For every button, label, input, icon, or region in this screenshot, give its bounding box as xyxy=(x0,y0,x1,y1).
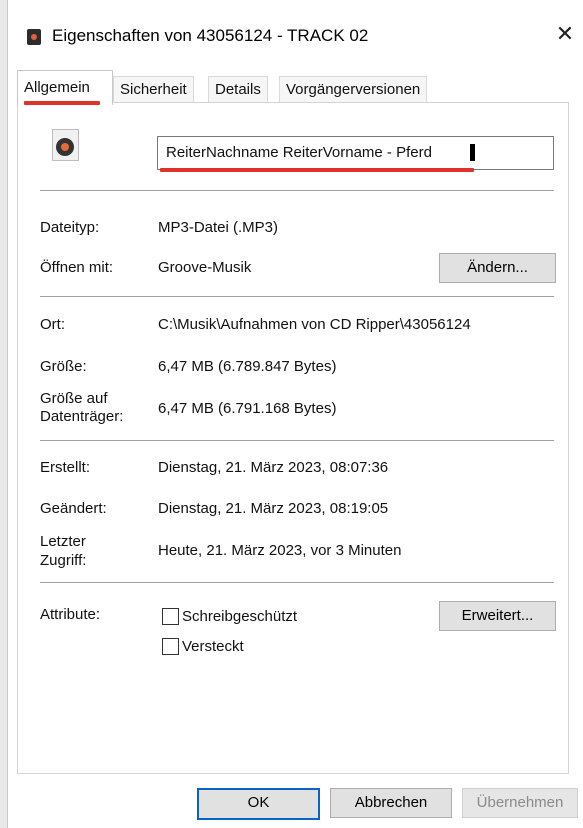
created-value: Dienstag, 21. März 2023, 08:07:36 xyxy=(158,459,389,476)
attributes-label: Attribute: xyxy=(40,606,101,623)
file-name-text: ReiterNachname ReiterVorname - Pferd xyxy=(166,144,432,161)
tab-highlight-underline xyxy=(24,101,100,105)
size-label: Größe: xyxy=(40,358,87,375)
window-title: Eigenschaften von 43056124 - TRACK 02 xyxy=(52,26,369,45)
size-value: 6,47 MB (6.789.847 Bytes) xyxy=(158,358,337,375)
separator xyxy=(40,440,554,441)
file-name-highlight-underline xyxy=(160,168,474,172)
file-type-label: Dateityp: xyxy=(40,219,100,236)
title-bar: Eigenschaften von 43056124 - TRACK 02 ✕ xyxy=(8,0,583,56)
location-value: C:\Musik\Aufnahmen von CD Ripper\4305612… xyxy=(158,316,471,333)
accessed-label-line1: Letzter xyxy=(40,533,86,550)
separator xyxy=(40,582,554,583)
apply-button[interactable]: Übernehmen xyxy=(462,788,578,818)
separator xyxy=(40,190,554,191)
size-on-disk-label-line1: Größe auf xyxy=(40,390,108,407)
cancel-button[interactable]: Abbrechen xyxy=(330,788,452,818)
hidden-checkbox[interactable] xyxy=(162,638,179,655)
properties-dialog: Eigenschaften von 43056124 - TRACK 02 ✕ … xyxy=(0,0,583,828)
ok-button[interactable]: OK xyxy=(197,788,320,820)
tab-allgemein[interactable]: Allgemein xyxy=(17,70,113,105)
hidden-label[interactable]: Versteckt xyxy=(182,638,244,655)
close-icon[interactable]: ✕ xyxy=(553,21,577,49)
background-window-edge xyxy=(0,0,8,828)
size-on-disk-value: 6,47 MB (6.791.168 Bytes) xyxy=(158,400,337,417)
tab-vorgaengerversionen[interactable]: Vorgängerversionen xyxy=(279,76,428,103)
file-type-value: MP3-Datei (.MP3) xyxy=(158,219,279,236)
readonly-label[interactable]: Schreibgeschützt xyxy=(182,608,297,625)
text-cursor xyxy=(470,144,475,161)
location-label: Ort: xyxy=(40,316,65,333)
tab-panel-general xyxy=(17,102,569,774)
created-label: Erstellt: xyxy=(40,459,91,476)
modified-value: Dienstag, 21. März 2023, 08:19:05 xyxy=(158,500,389,517)
file-type-icon xyxy=(52,129,79,161)
accessed-value: Heute, 21. März 2023, vor 3 Minuten xyxy=(158,542,402,559)
tab-sicherheit[interactable]: Sicherheit xyxy=(113,76,194,103)
readonly-checkbox[interactable] xyxy=(162,608,179,625)
change-button[interactable]: Ändern... xyxy=(439,253,556,283)
advanced-button[interactable]: Erweitert... xyxy=(439,601,556,631)
modified-label: Geändert: xyxy=(40,500,107,517)
open-with-value: Groove-Musik xyxy=(158,259,252,276)
tab-details[interactable]: Details xyxy=(208,76,268,103)
open-with-label: Öffnen mit: xyxy=(40,259,114,276)
accessed-label-line2: Zugriff: xyxy=(40,552,87,569)
separator xyxy=(40,296,554,297)
music-file-icon xyxy=(27,29,41,45)
file-name-input[interactable]: ReiterNachname ReiterVorname - Pferd xyxy=(157,136,554,170)
size-on-disk-label-line2: Datenträger: xyxy=(40,408,124,425)
